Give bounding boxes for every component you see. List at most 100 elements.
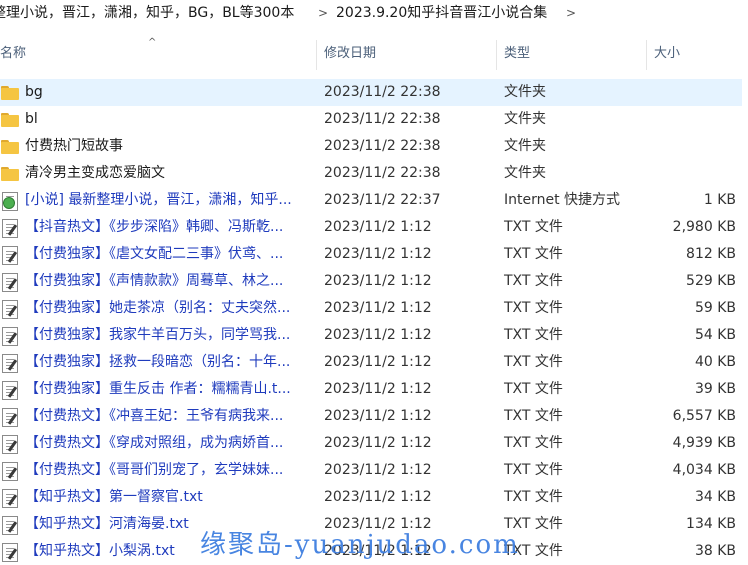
text-file-icon <box>0 353 20 373</box>
file-type: TXT 文件 <box>504 354 563 370</box>
file-type: TXT 文件 <box>504 489 563 505</box>
file-size: 38 KB <box>694 543 736 559</box>
modified-date: 2023/11/2 1:12 <box>324 219 432 235</box>
file-row[interactable]: 【抖音热文】《步步深陷》韩卿、冯斯乾... 2023/11/2 1:12 TXT 文… <box>0 214 742 241</box>
modified-date: 2023/11/2 1:12 <box>324 327 432 343</box>
file-type: 文件夹 <box>504 138 546 154</box>
file-size: 812 KB <box>686 246 736 262</box>
file-type: TXT 文件 <box>504 219 563 235</box>
breadcrumb-item-parent-folder[interactable]: 整理小说，晋江，潇湘，知乎，BG，BL等300本 <box>0 0 294 26</box>
file-row[interactable]: 【付费独家】《声情款款》周蓦草、林之... 2023/11/2 1:12 TXT 文… <box>0 268 742 295</box>
file-size: 4,034 KB <box>672 462 736 478</box>
watermark-text: 缘聚岛-yuanjudao.com <box>200 530 520 560</box>
internet-shortcut-icon <box>0 191 20 211</box>
file-size: 54 KB <box>694 327 736 343</box>
file-type: 文件夹 <box>504 165 546 181</box>
modified-date: 2023/11/2 1:12 <box>324 354 432 370</box>
folder-row[interactable]: 付费热门短故事 2023/11/2 22:38 文件夹 <box>0 133 742 160</box>
file-name: 【付费独家】重生反击 作者：糯糯青山.t... <box>25 381 291 397</box>
text-file-icon <box>0 218 20 238</box>
file-row[interactable]: 【付费独家】她走茶凉（别名：丈夫突然... 2023/11/2 1:12 TXT 文… <box>0 295 742 322</box>
file-name: 【付费独家】《声情款款》周蓦草、林之... <box>25 273 284 289</box>
file-row[interactable]: 【付费热文】《穿成对照组，成为病娇首... 2023/11/2 1:12 TXT 文… <box>0 430 742 457</box>
file-size: 39 KB <box>694 381 736 397</box>
column-header-size[interactable]: 大小 <box>654 36 742 74</box>
column-header-bar: ^ 名称 修改日期 类型 大小 <box>0 36 748 74</box>
modified-date: 2023/11/2 22:37 <box>324 192 441 208</box>
file-name: 付费热门短故事 <box>25 138 123 154</box>
modified-date: 2023/11/2 22:38 <box>324 165 441 181</box>
file-name: 【付费热文】《穿成对照组，成为病娇首... <box>25 435 284 451</box>
modified-date: 2023/11/2 1:12 <box>324 489 432 505</box>
file-row[interactable]: 【知乎热文】第一督察官.txt 2023/11/2 1:12 TXT 文件 34 KB <box>0 484 742 511</box>
modified-date: 2023/11/2 22:38 <box>324 84 441 100</box>
folder-icon <box>0 110 20 129</box>
column-header-type[interactable]: 类型 <box>504 36 644 74</box>
file-name: 清冷男主变成恋爱脑文 <box>25 165 165 181</box>
file-type: 文件夹 <box>504 111 546 127</box>
file-row[interactable]: 【付费热文】《哥哥们别宠了，玄学妹妹... 2023/11/2 1:12 TXT 文… <box>0 457 742 484</box>
file-type: TXT 文件 <box>504 381 563 397</box>
text-file-icon <box>0 272 20 292</box>
file-size: 59 KB <box>694 300 736 316</box>
text-file-icon <box>0 299 20 319</box>
folder-row[interactable]: bg 2023/11/2 22:38 文件夹 <box>0 79 742 106</box>
breadcrumb-item-current-folder[interactable]: 2023.9.20知乎抖音晋江小说合集 <box>336 0 547 26</box>
file-name: 【抖音热文】《步步深陷》韩卿、冯斯乾... <box>25 219 284 235</box>
file-size: 1 KB <box>703 192 736 208</box>
column-header-name[interactable]: 名称 <box>0 36 312 74</box>
column-divider[interactable] <box>646 40 647 70</box>
file-name: 【付费独家】拯救一段暗恋（别名：十年... <box>25 354 291 370</box>
file-type: TXT 文件 <box>504 327 563 343</box>
file-size: 4,939 KB <box>672 435 736 451</box>
modified-date: 2023/11/2 1:12 <box>324 408 432 424</box>
file-row[interactable]: [小说] 最新整理小说，晋江，潇湘，知乎... 2023/11/2 22:37 In… <box>0 187 742 214</box>
file-name: 【知乎热文】第一督察官.txt <box>25 489 203 505</box>
folder-icon <box>0 164 20 183</box>
text-file-icon <box>0 488 20 508</box>
file-size: 6,557 KB <box>672 408 736 424</box>
file-size: 40 KB <box>694 354 736 370</box>
column-divider[interactable] <box>316 40 317 70</box>
file-name: 【付费独家】我家牛羊百万头，同学骂我... <box>25 327 291 343</box>
modified-date: 2023/11/2 1:12 <box>324 273 432 289</box>
file-size: 34 KB <box>694 489 736 505</box>
file-type: TXT 文件 <box>504 246 563 262</box>
modified-date: 2023/11/2 1:12 <box>324 246 432 262</box>
modified-date: 2023/11/2 1:12 <box>324 381 432 397</box>
text-file-icon <box>0 515 20 535</box>
breadcrumb: 整理小说，晋江，潇湘，知乎，BG，BL等300本 > 2023.9.20知乎抖音… <box>0 0 748 26</box>
text-file-icon <box>0 542 20 562</box>
text-file-icon <box>0 326 20 346</box>
modified-date: 2023/11/2 1:12 <box>324 462 432 478</box>
modified-date: 2023/11/2 22:38 <box>324 138 441 154</box>
column-header-date[interactable]: 修改日期 <box>324 36 494 74</box>
file-row[interactable]: 【付费独家】我家牛羊百万头，同学骂我... 2023/11/2 1:12 TXT 文… <box>0 322 742 349</box>
file-row[interactable]: 【付费独家】《虐文女配二三事》伏鸢、... 2023/11/2 1:12 TXT 文… <box>0 241 742 268</box>
folder-row[interactable]: bl 2023/11/2 22:38 文件夹 <box>0 106 742 133</box>
file-row[interactable]: 【付费独家】重生反击 作者：糯糯青山.t... 2023/11/2 1:12 TXT… <box>0 376 742 403</box>
file-name: bl <box>25 111 38 127</box>
file-row[interactable]: 【付费独家】拯救一段暗恋（别名：十年... 2023/11/2 1:12 TXT 文… <box>0 349 742 376</box>
file-size: 529 KB <box>686 273 736 289</box>
file-size: 2,980 KB <box>672 219 736 235</box>
file-type: 文件夹 <box>504 84 546 100</box>
modified-date: 2023/11/2 1:12 <box>324 435 432 451</box>
text-file-icon <box>0 407 20 427</box>
breadcrumb-chevron-right-icon[interactable]: > <box>566 0 576 26</box>
file-type: TXT 文件 <box>504 435 563 451</box>
file-type: TXT 文件 <box>504 273 563 289</box>
file-type: TXT 文件 <box>504 408 563 424</box>
text-file-icon <box>0 461 20 481</box>
file-size: 134 KB <box>686 516 736 532</box>
modified-date: 2023/11/2 1:12 <box>324 300 432 316</box>
text-file-icon <box>0 245 20 265</box>
file-type: Internet 快捷方式 <box>504 192 621 208</box>
file-name: 【付费热文】《冲喜王妃：王爷有病我来... <box>25 408 284 424</box>
text-file-icon <box>0 434 20 454</box>
breadcrumb-chevron-right-icon[interactable]: > <box>318 0 328 26</box>
folder-row[interactable]: 清冷男主变成恋爱脑文 2023/11/2 22:38 文件夹 <box>0 160 742 187</box>
file-type: TXT 文件 <box>504 462 563 478</box>
file-row[interactable]: 【付费热文】《冲喜王妃：王爷有病我来... 2023/11/2 1:12 TXT 文… <box>0 403 742 430</box>
column-divider[interactable] <box>496 40 497 70</box>
